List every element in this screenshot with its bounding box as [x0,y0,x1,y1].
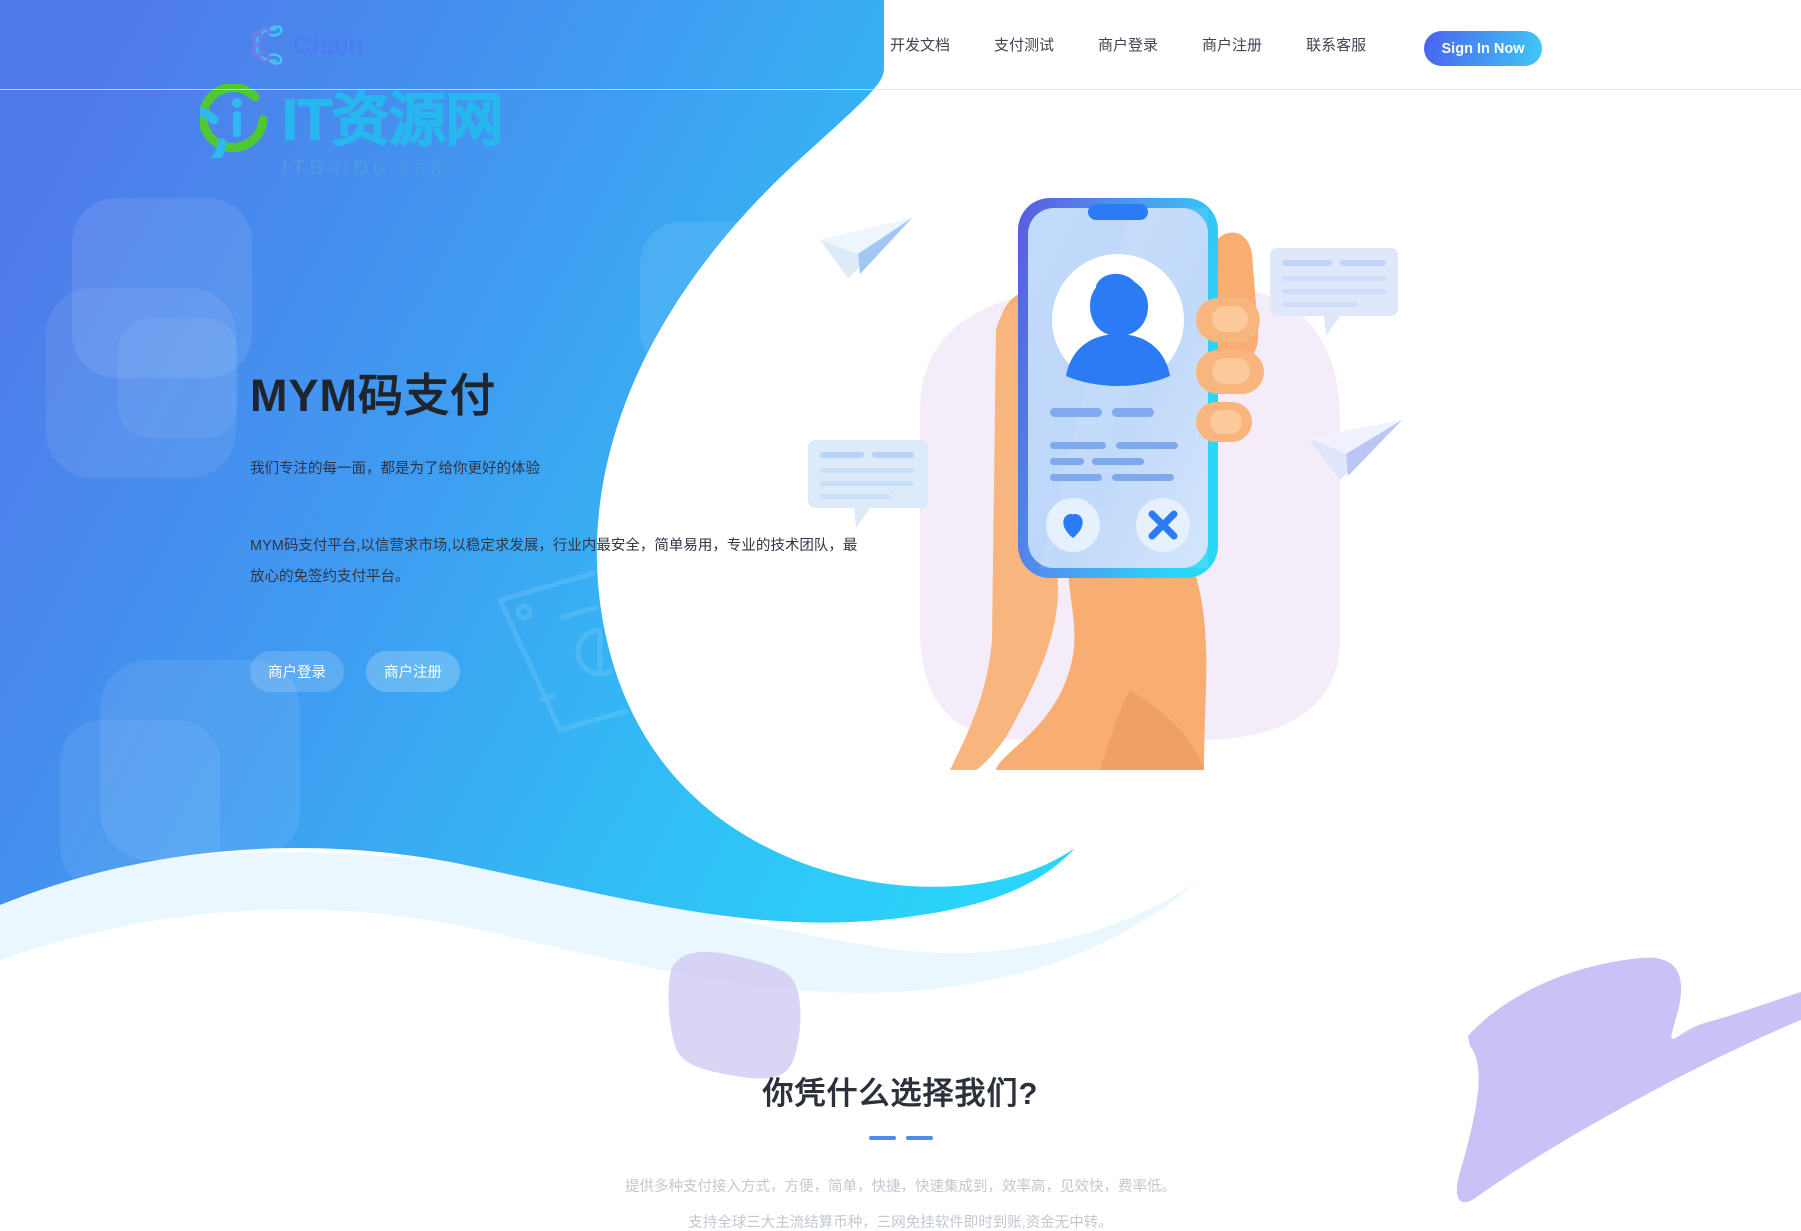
divider-dash-right [905,1136,933,1141]
page-title: MYM码支付 [250,370,496,421]
hand-shadow-shape [1100,690,1204,770]
fingers-group [1196,298,1264,442]
paper-plane-icon-left [820,218,912,278]
watermark-subtitle: ITBaiDu.com [282,157,453,179]
nav-item-docs[interactable]: 开发文档 [868,38,972,53]
watermark-title: IT资源网 [282,88,505,153]
avatar-circle [1052,254,1184,386]
section-divider [856,1136,946,1141]
chat-bubble-right [1270,248,1398,336]
features-title: 你凭什么选择我们? [762,1076,1039,1111]
features-section: 你凭什么选择我们? 提供多种支付接入方式，方便，简单，快捷，快速集成到，效率高，… [0,1075,1801,1231]
phone-screen-highlight [1040,208,1208,568]
dismiss-button-bg [1136,498,1190,552]
finger-top-shape [1212,232,1259,363]
hero-tagline: 我们专注的每一面，都是为了给你更好的体验 [250,460,540,477]
merchant-login-button[interactable]: 商户登录 [250,651,344,693]
nav-item-merchant-login[interactable]: 商户登录 [1076,38,1180,53]
hero-paragraph: MYM码支付平台,以信营求市场,以稳定求发展，行业内最安全，简单易用，专业的技术… [250,537,858,586]
itbaidu-circle-icon [200,84,268,158]
phone-speaker [1088,204,1148,220]
nav-item-pay-test[interactable]: 支付测试 [972,38,1076,53]
hero-content: MYM码支付 我们专注的每一面，都是为了给你更好的体验 MYM码支付平台,以信营… [250,370,1010,693]
merchant-register-button[interactable]: 商户注册 [366,651,460,693]
paper-plane-icon-right [1308,420,1402,480]
nav-item-merchant-signup[interactable]: 商户注册 [1180,38,1284,53]
hero-action-buttons: 商户登录 商户注册 [250,651,1010,693]
like-button-bg [1046,498,1100,552]
screen-text-lines [1050,408,1178,481]
nav-item-support[interactable]: 联系客服 [1284,38,1388,53]
phone-frame [1018,198,1218,578]
landing-page: Chain 开发文档 支付测试 商户登录 商户注册 联系客服 Sign In N… [0,0,1801,1231]
divider-dash-left [868,1136,896,1141]
close-icon [1148,510,1178,540]
sign-in-button[interactable]: Sign In Now [1424,31,1542,66]
watermark-logo: IT资源网 ITBaiDu.com [200,84,560,179]
hand-palm-shape [996,290,1207,770]
features-description: 提供多种支付接入方式，方便，简单，快捷，快速集成到，效率高，见效快，费率低。支持… [625,1179,1176,1231]
site-header: Chain 开发文档 支付测试 商户登录 商户注册 联系客服 Sign In N… [0,0,1801,90]
avatar [1066,273,1170,386]
soft-wave-shape [0,852,1200,993]
brand-name: Chain [293,30,364,60]
watermark-top-row: IT资源网 [200,84,560,158]
heart-icon [1063,514,1083,538]
brand-logo[interactable]: Chain [245,22,364,68]
phone-screen [1028,208,1208,568]
chain-link-icon [251,25,283,65]
main-navigation: 开发文档 支付测试 商户登录 商户注册 联系客服 [868,0,1388,90]
lavender-square-shape [668,952,801,1079]
